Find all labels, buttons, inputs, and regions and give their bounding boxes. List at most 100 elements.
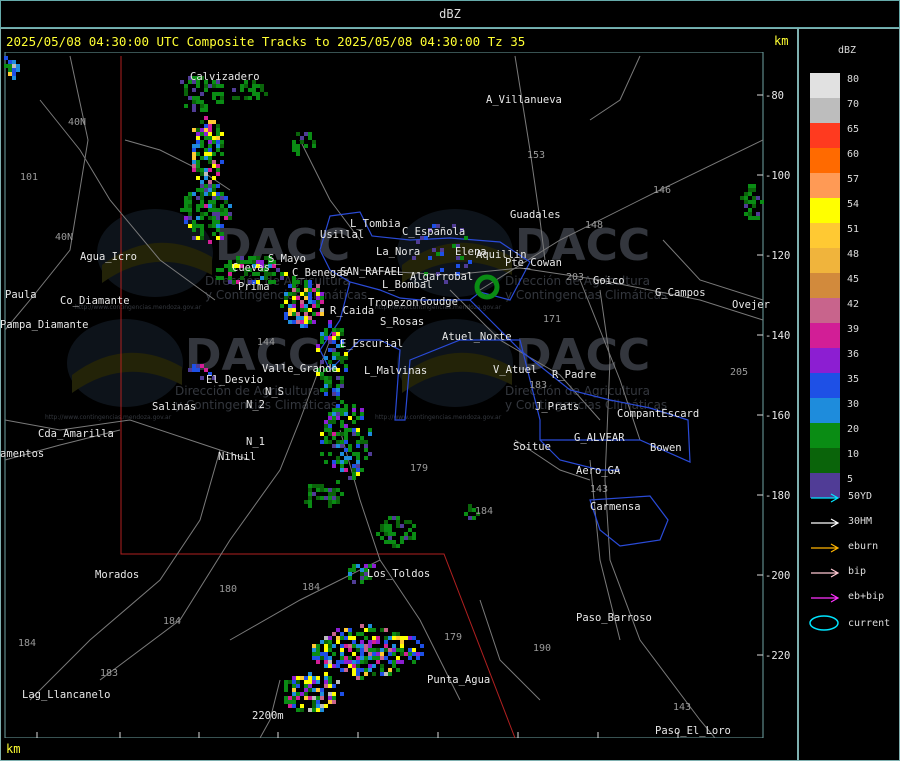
radar-echo-pixel [320, 692, 324, 696]
radar-echo-pixel [336, 332, 340, 336]
radar-echo-pixel [308, 672, 312, 676]
place-label: V_Atuel [493, 364, 537, 376]
radar-echo-pixel [200, 92, 204, 96]
radar-echo-pixel [204, 132, 208, 136]
radar-echo-pixel [352, 668, 356, 672]
radar-echo-pixel [216, 268, 220, 272]
radar-echo-pixel [196, 188, 200, 192]
radar-echo-pixel [332, 356, 336, 360]
radar-echo-pixel [316, 652, 320, 656]
place-label: Punta_Agua [427, 674, 490, 686]
radar-echo-pixel [332, 700, 336, 704]
radar-echo-pixel [392, 648, 396, 652]
radar-echo-pixel [328, 324, 332, 328]
radar-map[interactable]: DACCDirección de Agriculturay Contingenc… [0, 52, 797, 738]
road-number-label: 171 [543, 314, 561, 325]
radar-echo-pixel [224, 264, 228, 268]
radar-echo-pixel [188, 204, 192, 208]
radar-echo-pixel [220, 232, 224, 236]
radar-echo-pixel [316, 484, 320, 488]
radar-echo-pixel [316, 348, 320, 352]
legend-level-label: 60 [847, 149, 860, 160]
radar-echo-pixel [328, 440, 332, 444]
radar-echo-pixel [220, 196, 224, 200]
radar-echo-pixel [200, 180, 204, 184]
radar-echo-pixel [336, 412, 340, 416]
radar-echo-pixel [320, 452, 324, 456]
km-label-top: km [774, 34, 789, 48]
radar-echo-pixel [204, 168, 208, 172]
radar-echo-pixel [288, 312, 292, 316]
radar-echo-pixel [224, 212, 228, 216]
radar-echo-pixel [324, 384, 328, 388]
radar-echo-pixel [196, 132, 200, 136]
place-label: C_Española [402, 226, 465, 238]
radar-echo-pixel [324, 684, 328, 688]
radar-echo-pixel [356, 472, 360, 476]
radar-echo-pixel [316, 704, 320, 708]
current-label: current [848, 618, 891, 629]
radar-echo-pixel [404, 532, 408, 536]
radar-echo-pixel [316, 656, 320, 660]
radar-echo-pixel [316, 288, 320, 292]
radar-echo-pixel [312, 652, 316, 656]
radar-echo-pixel [352, 428, 356, 432]
place-label: Cuevas [232, 262, 270, 274]
radar-echo-pixel [208, 160, 212, 164]
radar-echo-pixel [368, 640, 372, 644]
radar-echo-pixel [336, 396, 340, 400]
radar-echo-pixel [292, 312, 296, 316]
place-label: amentos [0, 448, 44, 460]
radar-echo-pixel [312, 304, 316, 308]
radar-echo-pixel [316, 708, 320, 712]
radar-echo-pixel [352, 404, 356, 408]
radar-echo-pixel [332, 332, 336, 336]
radar-echo-pixel [296, 148, 300, 152]
radar-echo-pixel [348, 444, 352, 448]
radar-echo-pixel [204, 128, 208, 132]
top-bar-title: dBZ [439, 7, 461, 21]
radar-echo-pixel [208, 152, 212, 156]
radar-echo-pixel [312, 320, 316, 324]
radar-echo-pixel [352, 580, 356, 584]
place-label: G_Campos [655, 287, 706, 299]
radar-echo-pixel [396, 516, 400, 520]
radar-echo-pixel [212, 84, 216, 88]
radar-echo-pixel [400, 524, 404, 528]
legend-title: dBZ [838, 45, 857, 56]
radar-echo-pixel [184, 196, 188, 200]
radar-echo-pixel [196, 224, 200, 228]
radar-echo-pixel [360, 676, 364, 680]
road-number-label: 143 [590, 484, 608, 495]
radar-echo-pixel [336, 392, 340, 396]
y-tick-label: -140 [765, 330, 790, 342]
radar-echo-pixel [340, 412, 344, 416]
radar-echo-pixel [280, 276, 284, 280]
place-label: El_Desvio [206, 374, 263, 386]
radar-echo-pixel [316, 304, 320, 308]
radar-echo-pixel [188, 200, 192, 204]
radar-echo-pixel [320, 688, 324, 692]
radar-echo-pixel [328, 656, 332, 660]
radar-echo-pixel [340, 444, 344, 448]
radar-echo-pixel [340, 660, 344, 664]
radar-echo-pixel [228, 212, 232, 216]
radar-echo-pixel [296, 144, 300, 148]
radar-echo-pixel [208, 128, 212, 132]
radar-echo-pixel [200, 224, 204, 228]
radar-echo-pixel [296, 696, 300, 700]
radar-echo-pixel [396, 660, 400, 664]
radar-echo-pixel [16, 64, 20, 68]
legend-level-label: 35 [847, 374, 860, 385]
radar-echo-pixel [388, 528, 392, 532]
radar-echo-pixel [304, 316, 308, 320]
radar-echo-pixel [292, 676, 296, 680]
radar-echo-pixel [328, 492, 332, 496]
place-label: N_1 [246, 436, 265, 448]
radar-echo-pixel [212, 120, 216, 124]
radar-echo-pixel [292, 284, 296, 288]
radar-echo-pixel [208, 140, 212, 144]
road-number-label: 184 [163, 616, 181, 627]
radar-echo-pixel [8, 64, 12, 68]
radar-echo-pixel [216, 216, 220, 220]
